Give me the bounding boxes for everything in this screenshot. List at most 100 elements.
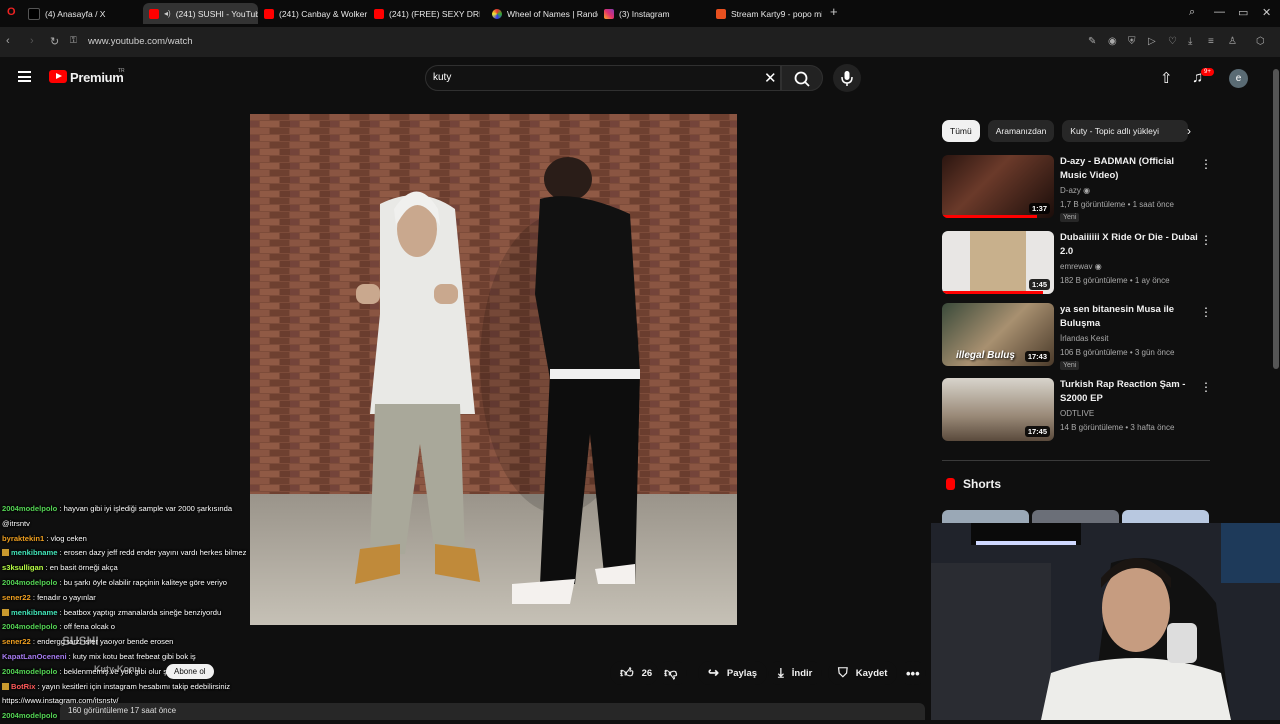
youtube-icon <box>149 8 159 19</box>
tab-label: (241) (FREE) SEXY DRILL x <box>389 8 480 19</box>
like-count: 26 <box>641 667 653 679</box>
search-input[interactable] <box>425 65 781 91</box>
edit-icon[interactable]: ✎ <box>1088 36 1096 47</box>
chip-kuty-topic[interactable]: Kuty - Topic adlı yükleyi <box>1062 120 1189 142</box>
tab-youtube-sushi[interactable]: ◂) (241) SUSHI - YouTube <box>143 3 258 24</box>
chat-text: en basit örneği akça <box>49 563 118 573</box>
voice-search-button[interactable] <box>833 64 861 92</box>
chat-username: sener22 <box>2 637 31 647</box>
video-title[interactable]: D-azy - BADMAN (Official Music Video) <box>1060 155 1200 183</box>
download-button[interactable]: ⤓ İndir <box>768 661 823 685</box>
menu-icon[interactable]: ≡ <box>1208 36 1214 47</box>
chat-username: s3ksulligan <box>2 563 44 573</box>
download-icon[interactable]: ⤓ <box>1188 36 1192 47</box>
webcam-feed <box>931 523 1280 720</box>
maximize-icon[interactable]: ▭ <box>1238 6 1248 19</box>
account-avatar[interactable]: e <box>1229 69 1248 88</box>
recommendation-item[interactable]: 17:45 Turkish Rap Reaction Şam - S2000 E… <box>942 378 1212 444</box>
recommendation-filter-chips: Tümü Aramanızdan Kuty - Topic adlı yükle… <box>942 120 1189 142</box>
tab-label: Wheel of Names | Random <box>507 8 598 19</box>
forward-icon[interactable]: › <box>30 35 34 47</box>
channel-name[interactable]: ODTLIVE <box>1060 409 1094 418</box>
save-label: Kaydet <box>855 667 888 679</box>
upload-icon[interactable]: ⇧ <box>1160 69 1173 87</box>
tab-wheel-of-names[interactable]: Wheel of Names | Random <box>486 3 598 24</box>
shorts-title: Shorts <box>963 477 1002 491</box>
video-title[interactable]: Dubaiiiiii X Ride Or Die - Dubai 2.0 <box>1060 231 1200 259</box>
video-thumbnail[interactable]: 17:45 <box>942 378 1054 441</box>
channel-name[interactable]: İrlandas Kesit <box>1060 334 1108 343</box>
tab-search-icon[interactable]: ⌕ <box>1189 6 1195 19</box>
video-player[interactable] <box>250 114 737 625</box>
scrollbar-thumb[interactable] <box>1273 69 1279 369</box>
notification-badge: 9+ <box>1201 68 1214 76</box>
url-field[interactable]: www.youtube.com/watch <box>88 36 193 47</box>
recommendation-item[interactable]: 1:45 Dubaiiiiii X Ride Or Die - Dubai 2.… <box>942 231 1212 297</box>
hamburger-menu-icon[interactable] <box>18 71 31 82</box>
chat-message: menkibname : erosen dazy jeff redd ender… <box>2 546 282 561</box>
profile-icon[interactable]: ♙ <box>1228 36 1237 47</box>
tab-instagram[interactable]: (3) Instagram <box>598 3 710 24</box>
tab-kick-stream[interactable]: Stream Karty9 - popo mix <box>710 3 822 24</box>
chip-from-search[interactable]: Aramanızdan <box>987 120 1055 142</box>
description-box[interactable] <box>60 703 925 720</box>
more-options-icon[interactable]: ⋮ <box>1200 305 1212 319</box>
watch-progress-bar <box>942 291 1043 294</box>
channel-name-text: emrewav <box>1060 262 1093 271</box>
back-icon[interactable]: ‹ <box>6 35 10 47</box>
tab-youtube-canbay[interactable]: (241) Canbay & Wolker - <box>258 3 368 24</box>
share-group: ↪ Paylaş <box>698 661 768 685</box>
youtube-logo-icon[interactable] <box>49 70 67 83</box>
more-options-icon[interactable]: ⋮ <box>1200 380 1212 394</box>
page-scrollbar[interactable] <box>1272 57 1280 517</box>
clear-search-icon[interactable]: ✕ <box>764 69 777 87</box>
verified-icon: ◉ <box>1083 186 1091 195</box>
video-thumbnail[interactable]: 1:45 <box>942 231 1054 294</box>
chip-all[interactable]: Tümü <box>942 120 980 142</box>
chat-badge-icon <box>2 608 9 616</box>
chat-message: @itrsntv <box>2 517 282 532</box>
video-title[interactable]: Turkish Rap Reaction Şam - S2000 EP <box>1060 378 1200 406</box>
opera-logo-icon[interactable]: O <box>7 6 16 18</box>
watch-progress-bar <box>942 215 1038 218</box>
streamer-webcam <box>931 523 1280 720</box>
save-button[interactable]: ⛉ Kaydet <box>828 661 898 685</box>
video-duration: 1:37 <box>1028 203 1050 214</box>
new-tab-button[interactable]: + <box>830 4 838 19</box>
tab-youtube-drill[interactable]: (241) (FREE) SEXY DRILL x <box>368 3 480 24</box>
tab-label: (241) Canbay & Wolker - <box>279 8 368 19</box>
player-icon[interactable]: ▷ <box>1148 36 1156 47</box>
heart-icon[interactable]: ♡ <box>1168 36 1177 47</box>
reload-icon[interactable]: ↻ <box>50 35 59 48</box>
video-frame <box>250 114 737 625</box>
tab-twitter[interactable]: (4) Anasayfa / X <box>22 3 140 24</box>
video-thumbnail[interactable]: illegal Buluş 17:43 <box>942 303 1054 366</box>
shield-icon[interactable]: ⛨ <box>1128 36 1136 47</box>
like-button[interactable]: 👍︎ 26 <box>610 661 659 685</box>
chat-message: 2004modelpolo : hayvan gibi iyi işlediği… <box>2 502 282 517</box>
video-duration: 17:43 <box>1024 351 1050 362</box>
video-thumbnail[interactable]: 1:37 <box>942 155 1054 218</box>
chat-text: off fena olcak o <box>63 622 115 632</box>
logo-text[interactable]: Premium <box>70 70 124 85</box>
more-options-icon[interactable]: ⋮ <box>1200 157 1212 171</box>
camera-icon[interactable]: ◉ <box>1108 36 1117 47</box>
chat-message: s3ksulligan : en basit örneği akça <box>2 561 282 576</box>
minimize-icon[interactable]: — <box>1214 6 1225 18</box>
recommendation-item[interactable]: 1:37 D-azy - BADMAN (Official Music Vide… <box>942 155 1212 225</box>
channel-name[interactable]: emrewav ◉ <box>1060 262 1102 271</box>
extensions-icon[interactable]: ⬡ <box>1256 36 1265 47</box>
recommendation-item[interactable]: illegal Buluş 17:43 ya sen bitanesin Mus… <box>942 303 1212 373</box>
search-button[interactable] <box>781 65 823 91</box>
subscribe-button[interactable]: Abone ol <box>166 664 214 679</box>
share-button[interactable]: ↪ Paylaş <box>698 661 768 685</box>
channel-name[interactable]: D-azy ◉ <box>1060 186 1090 195</box>
close-window-icon[interactable]: ✕ <box>1262 6 1271 19</box>
dislike-button[interactable]: 👎︎ <box>658 661 688 685</box>
download-arrow-icon: ⤓ <box>778 665 784 680</box>
more-actions-button[interactable]: ••• <box>900 661 926 685</box>
search-value[interactable]: kuty <box>433 72 451 83</box>
more-options-icon[interactable]: ⋮ <box>1200 233 1212 247</box>
chips-next-icon[interactable]: › <box>1187 124 1191 138</box>
video-title[interactable]: ya sen bitanesin Musa ile Buluşma <box>1060 303 1200 331</box>
